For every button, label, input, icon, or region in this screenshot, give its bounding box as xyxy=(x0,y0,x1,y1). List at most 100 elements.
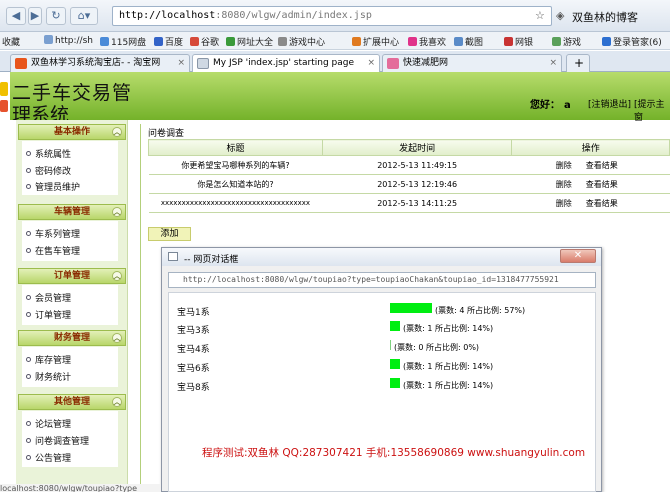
bookmarks-bar: 收藏 http://sh 115网盘 百度 谷歌 网址大全 游戏中心 扩展中心 … xyxy=(0,32,670,50)
forward-icon[interactable]: ▶ xyxy=(28,7,42,25)
diet-icon xyxy=(387,58,399,69)
chevron-up-icon[interactable]: ︿ xyxy=(112,397,122,407)
chevron-up-icon[interactable]: ︿ xyxy=(112,333,122,343)
menu-item-forum[interactable]: 论坛管理 xyxy=(26,417,71,430)
vote-bar xyxy=(390,340,391,350)
column-header-title: 标题 xyxy=(148,139,323,156)
tab-index-jsp[interactable]: My JSP 'index.jsp' starting page × xyxy=(192,54,380,73)
delete-link[interactable]: 删除 xyxy=(511,193,572,213)
menu-section-orders[interactable]: 订单管理 ︿ xyxy=(18,268,126,284)
option-name: 宝马4系 xyxy=(177,345,210,355)
menu-item-system-props[interactable]: 系统属性 xyxy=(26,147,71,160)
browser-toolbar: ◀ ▶ ↻ ⌂▾ http://localhost:8080/wlgw/admi… xyxy=(0,0,670,32)
add-button[interactable]: 添加 xyxy=(148,227,191,241)
blog-link[interactable]: 双鱼林的博客 xyxy=(572,9,638,25)
menu-section-other[interactable]: 其他管理 ︿ xyxy=(18,394,126,410)
tab-diet[interactable]: 快速减肥网 × xyxy=(382,54,562,72)
view-results-link[interactable]: 查看结果 xyxy=(571,155,670,175)
dialog-body: 宝马1系 (票数: 4 所占比例: 57%) 宝马3系 (票数: 1 所占比例:… xyxy=(168,292,596,492)
delete-link[interactable]: 删除 xyxy=(511,155,572,175)
menu-body-other: 论坛管理 问卷调查管理 公告管理 xyxy=(22,411,118,467)
option-name: 宝马1系 xyxy=(177,308,210,318)
page-body: 二手车交易管 理系统 您好： a [注销退出] [提示主窗 基本操作 ︿ 系统属性 … xyxy=(0,72,670,492)
option-name: 宝马8系 xyxy=(177,383,210,393)
menu-body-vehicles: 车系列管理 在售车管理 xyxy=(22,221,118,261)
column-header-time: 发起时间 xyxy=(321,139,513,156)
taobao-icon xyxy=(15,58,27,69)
delete-link[interactable]: 删除 xyxy=(511,174,572,194)
view-results-link[interactable]: 查看结果 xyxy=(571,174,670,194)
menu-item-survey[interactable]: 问卷调查管理 xyxy=(26,434,89,447)
vote-text: (票数: 1 所占比例: 14%) xyxy=(403,381,494,390)
greeting: 您好： a xyxy=(530,100,571,111)
menu-item-password[interactable]: 密码修改 xyxy=(26,164,71,177)
close-icon[interactable]: × xyxy=(549,55,557,71)
menu-item-admins[interactable]: 管理员维护 xyxy=(26,180,80,193)
author-note: 程序测试:双鱼林 QQ:287307421 手机:13558690869 www… xyxy=(202,447,586,459)
url-path: :8080/wlgw/admin/index.jsp xyxy=(215,10,372,21)
bookmark-2[interactable]: 115网盘 xyxy=(100,35,146,48)
menu-item-notices[interactable]: 公告管理 xyxy=(26,451,71,464)
close-icon[interactable]: × xyxy=(177,55,185,71)
url-host: http://localhost xyxy=(119,10,216,21)
tab-taobao[interactable]: 双鱼林学习系统淘宝店- - 淘宝网 × xyxy=(10,54,190,72)
survey-title: 你更希望宝马哪种系列的车辆? xyxy=(148,155,323,175)
logout-link[interactable]: [注销退出] xyxy=(588,97,631,110)
sidebar: 基本操作 ︿ 系统属性 密码修改 管理员维护 车辆管理 ︿ 车系列管理 在售车管理 … xyxy=(16,120,128,492)
menu-item-on-sale[interactable]: 在售车管理 xyxy=(26,244,80,257)
survey-table: 标题 发起时间 操作 你更希望宝马哪种系列的车辆? 2012-5-13 11:4… xyxy=(148,139,670,213)
bookmark-5[interactable]: 网址大全 xyxy=(226,35,273,48)
view-results-link[interactable]: 查看结果 xyxy=(571,193,670,213)
bookmark-8[interactable]: 我喜欢 xyxy=(408,35,446,48)
bookmark-12[interactable]: 登录管家(6) xyxy=(602,35,662,48)
close-icon[interactable]: ✕ xyxy=(560,249,596,263)
option-name: 宝马6系 xyxy=(177,364,210,374)
back-icon[interactable]: ◀ xyxy=(6,7,26,25)
bookmark-6[interactable]: 游戏中心 xyxy=(278,35,325,48)
survey-time: 2012-5-13 11:49:15 xyxy=(322,155,512,175)
bookmark-1[interactable]: http://sh xyxy=(44,35,93,46)
status-bar: localhost:8080/wlgw/toupiao?type xyxy=(0,484,160,492)
refresh-icon[interactable]: ↻ xyxy=(46,7,66,25)
vote-text: (票数: 0 所占比例: 0%) xyxy=(394,343,480,352)
bookmark-9[interactable]: 截图 xyxy=(454,35,483,48)
menu-section-basic[interactable]: 基本操作 ︿ xyxy=(18,124,126,140)
menu-item-inventory[interactable]: 库存管理 xyxy=(26,353,71,366)
vote-bar xyxy=(390,321,400,331)
close-icon[interactable]: × xyxy=(367,55,375,71)
dialog-title: -- 网页对话框 xyxy=(184,255,239,265)
menu-item-stats[interactable]: 财务统计 xyxy=(26,370,71,383)
vote-bar xyxy=(390,359,400,369)
address-bar[interactable]: http://localhost:8080/wlgw/admin/index.j… xyxy=(112,6,552,26)
bookmark-4[interactable]: 谷歌 xyxy=(190,35,219,48)
dialog-titlebar[interactable]: -- 网页对话框 ✕ xyxy=(162,248,601,266)
chevron-up-icon[interactable]: ︿ xyxy=(112,127,122,137)
site-title: 二手车交易管 xyxy=(12,82,133,104)
home-icon[interactable]: ⌂▾ xyxy=(70,7,98,25)
hint-link[interactable]: [提示主窗 xyxy=(634,97,670,123)
side-icons xyxy=(0,82,10,132)
site-header: 二手车交易管 理系统 您好： a [注销退出] [提示主窗 xyxy=(10,72,670,123)
new-tab-button[interactable]: + xyxy=(566,54,590,72)
chevron-up-icon[interactable]: ︿ xyxy=(112,271,122,281)
chevron-up-icon[interactable]: ︿ xyxy=(112,207,122,217)
column-header-actions: 操作 xyxy=(511,139,670,156)
bookmark-7[interactable]: 扩展中心 xyxy=(352,35,399,48)
page-icon xyxy=(197,58,209,69)
shield-icon[interactable]: ◈ xyxy=(556,9,564,22)
table-row: 你是怎么知道本站的? 2012-5-13 12:19:46 删除 查看结果 xyxy=(148,174,670,194)
star-icon[interactable]: ☆ xyxy=(535,9,545,22)
menu-item-orders[interactable]: 订单管理 xyxy=(26,308,71,321)
bookmark-3[interactable]: 百度 xyxy=(154,35,183,48)
tab-bar: 双鱼林学习系统淘宝店- - 淘宝网 × My JSP 'index.jsp' st… xyxy=(0,51,670,73)
bookmark-10[interactable]: 网银 xyxy=(504,35,533,48)
menu-section-finance[interactable]: 财务管理 ︿ xyxy=(18,330,126,346)
survey-time: 2012-5-13 14:11:25 xyxy=(322,193,512,213)
menu-item-series[interactable]: 车系列管理 xyxy=(26,227,80,240)
bookmark-11[interactable]: 游戏 xyxy=(552,35,581,48)
menu-item-members[interactable]: 会员管理 xyxy=(26,291,71,304)
dialog-url: http://localhost:8080/wlgw/toupiao?type=… xyxy=(168,272,596,288)
menu-section-vehicles[interactable]: 车辆管理 ︿ xyxy=(18,204,126,220)
bookmark-0[interactable]: 收藏 xyxy=(2,35,20,48)
survey-title: xxxxxxxxxxxxxxxxxxxxxxxxxxxxxxxxxxxx xyxy=(148,193,323,213)
